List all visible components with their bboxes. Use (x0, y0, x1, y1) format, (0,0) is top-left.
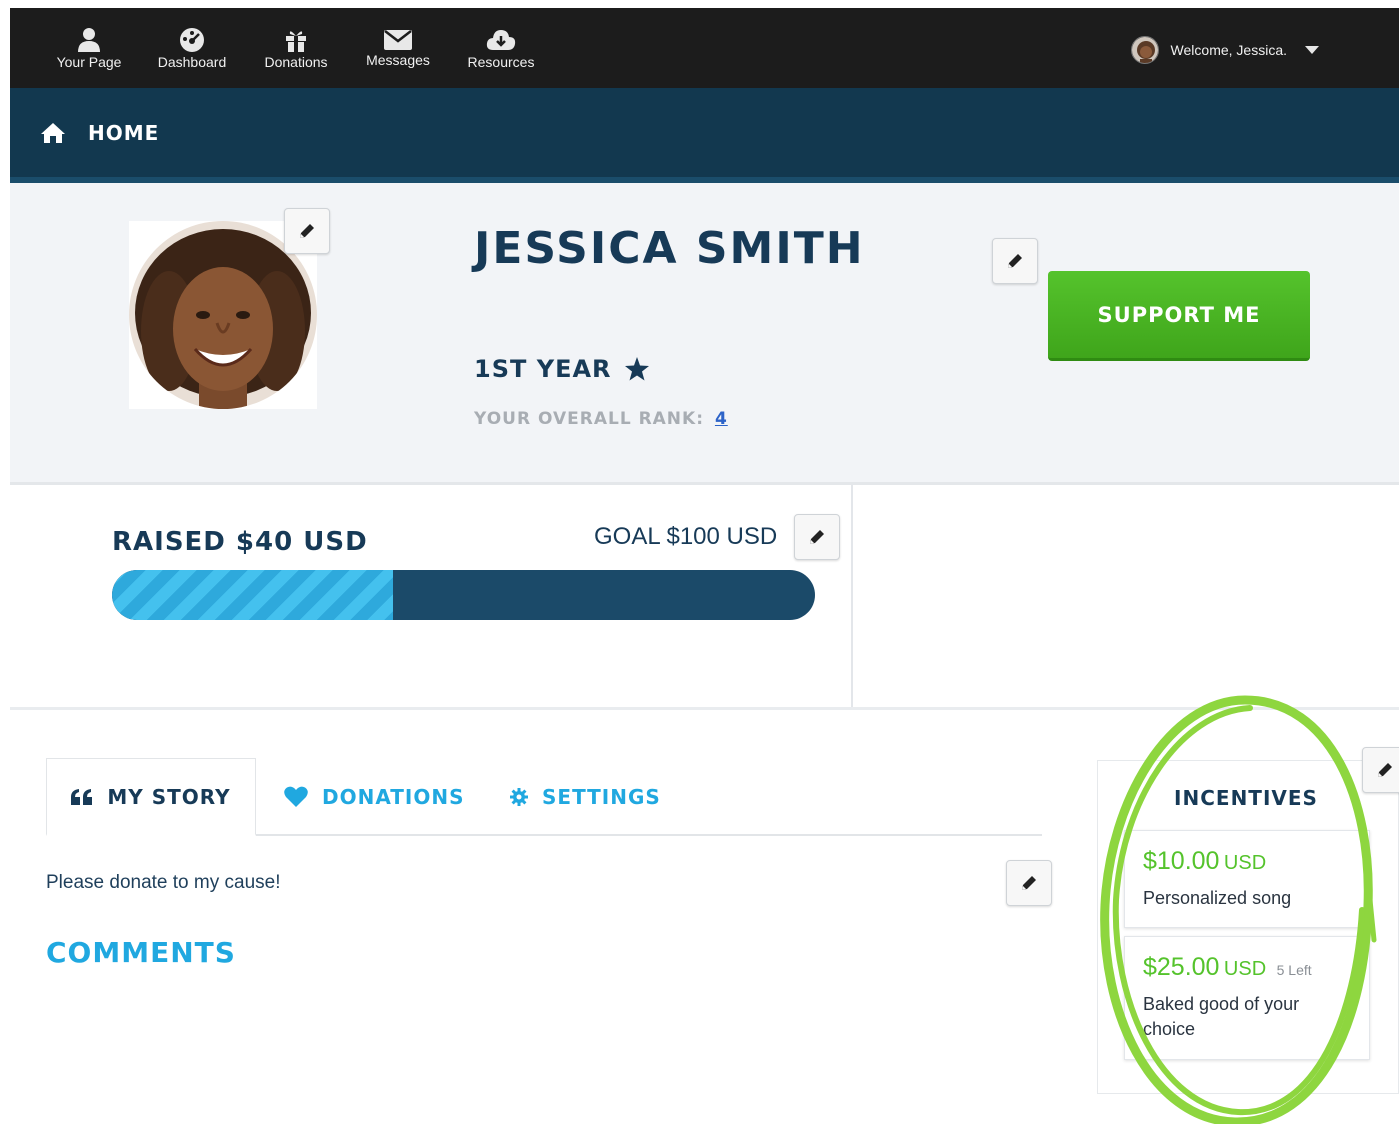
profile-tabs: MY STORY DONATIONS SETTINGS (46, 758, 1042, 836)
breadcrumb-bar: HOME (10, 88, 1399, 183)
incentive-description: Baked good of your choice (1143, 994, 1300, 1039)
tab-my-story-label: MY STORY (107, 784, 231, 809)
profile-year-label: 1ST YEAR (474, 355, 612, 383)
tab-donations[interactable]: DONATIONS (284, 758, 465, 836)
nav-donations[interactable]: Donations (260, 28, 332, 78)
pencil-icon (1022, 876, 1036, 890)
incentive-currency: USD (1223, 852, 1267, 874)
nav-dashboard-label: Dashboard (157, 54, 227, 70)
tab-settings[interactable]: SETTINGS (510, 758, 661, 836)
incentive-amount: $25.00 (1143, 953, 1220, 981)
section-divider (10, 707, 1399, 710)
nav-donations-label: Donations (264, 54, 328, 70)
gear-icon (510, 788, 528, 806)
incentive-remaining: 5 Left (1276, 962, 1312, 978)
profile-name: JESSICA SMITH (474, 223, 865, 274)
pencil-icon (810, 530, 824, 544)
chevron-down-icon[interactable] (1305, 46, 1319, 54)
overall-rank-label: YOUR OVERALL RANK: (474, 409, 705, 429)
avatar (1130, 36, 1159, 64)
dashboard-icon (180, 28, 204, 52)
quote-icon (71, 788, 93, 805)
overall-rank: YOUR OVERALL RANK: 4 (474, 409, 728, 429)
incentive-card[interactable]: $10.00 USD Personalized song (1124, 830, 1370, 928)
user-icon (78, 28, 100, 52)
profile-header: JESSICA SMITH 1ST YEAR YOUR OVERALL RANK… (10, 183, 1399, 485)
nav-dashboard[interactable]: Dashboard (153, 28, 231, 78)
nav-your-page[interactable]: Your Page (54, 28, 124, 78)
heart-icon (284, 786, 308, 807)
nav-resources[interactable]: Resources (464, 28, 538, 78)
tab-donations-label: DONATIONS (322, 785, 465, 809)
tab-settings-label: SETTINGS (542, 785, 661, 809)
edit-name-button[interactable] (992, 238, 1038, 284)
story-text: Please donate to my cause! (46, 872, 281, 893)
fundraising-progress-section: RAISED $40 USD GOAL $100 USD (10, 485, 853, 707)
goal-amount: GOAL $100 USD (594, 523, 778, 550)
edit-goal-button[interactable] (794, 514, 840, 560)
gift-icon (286, 31, 306, 52)
home-link[interactable]: HOME (40, 121, 159, 145)
star-icon (624, 357, 649, 381)
comments-heading: COMMENTS (46, 936, 236, 969)
user-menu[interactable]: Welcome, Jessica. (1130, 36, 1319, 64)
home-label: HOME (88, 121, 160, 145)
overall-rank-link[interactable]: 4 (715, 409, 728, 429)
pencil-icon (1378, 763, 1392, 777)
welcome-text: Welcome, Jessica. (1170, 42, 1287, 58)
pencil-icon (1008, 254, 1022, 268)
cloud-download-icon (486, 30, 516, 50)
incentive-currency: USD (1223, 958, 1267, 980)
envelope-icon (384, 30, 412, 50)
incentive-amount: $10.00 (1143, 847, 1220, 875)
support-me-button[interactable]: SUPPORT ME (1048, 271, 1310, 361)
progress-bar (112, 570, 815, 620)
pencil-icon (300, 224, 314, 238)
progress-bar-fill (112, 570, 394, 620)
profile-year: 1ST YEAR (474, 355, 650, 383)
edit-photo-button[interactable] (284, 208, 330, 254)
nav-your-page-label: Your Page (56, 54, 122, 70)
top-navbar: Your Page Dashboard Donations Messages R… (10, 8, 1399, 88)
edit-story-button[interactable] (1006, 860, 1052, 906)
tab-my-story[interactable]: MY STORY (46, 758, 256, 836)
nav-messages-label: Messages (366, 52, 430, 68)
incentive-description: Personalized song (1143, 888, 1292, 908)
incentive-card[interactable]: $25.00 USD 5 Left Baked good of your cho… (1124, 936, 1370, 1060)
raised-amount: RAISED $40 USD (112, 527, 368, 557)
nav-messages[interactable]: Messages (362, 28, 434, 78)
nav-resources-label: Resources (467, 54, 535, 70)
home-icon (41, 123, 65, 143)
incentives-title: INCENTIVES (1174, 786, 1318, 810)
